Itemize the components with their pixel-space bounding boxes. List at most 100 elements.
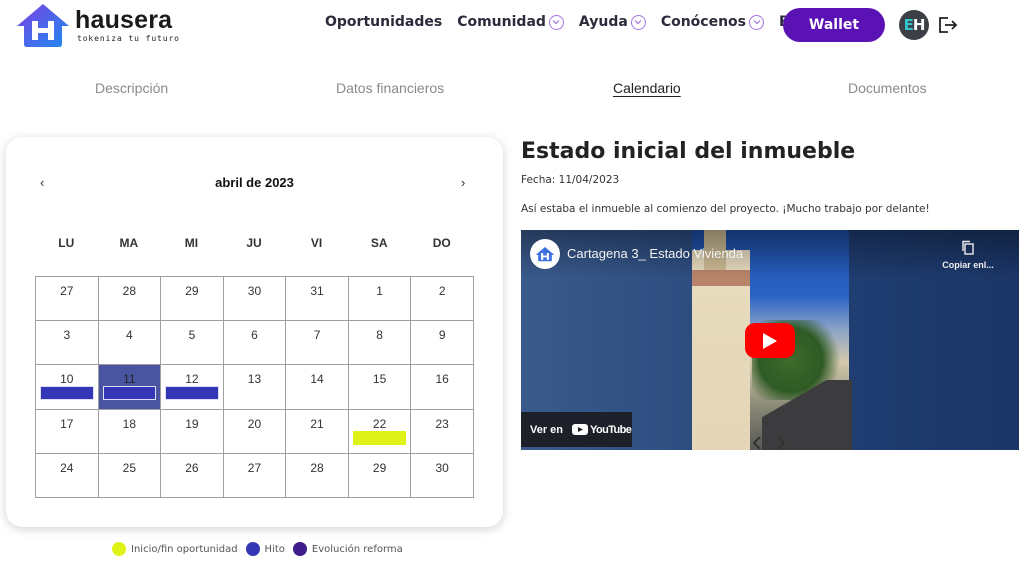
channel-avatar[interactable] — [530, 239, 560, 269]
calendar-week-row: 24 25 26 27 28 29 30 — [35, 452, 474, 498]
youtube-video-embed[interactable]: Cartagena 3_ Estado Vivienda Copiar enl.… — [521, 230, 1019, 450]
calendar-day-cell[interactable]: 28 — [285, 452, 349, 498]
chevron-right-icon[interactable] — [776, 436, 786, 450]
day-number: 30 — [435, 460, 449, 475]
copy-link-label: Copiar enl... — [942, 260, 994, 270]
brand-logo[interactable]: hausera tokeniza tu futuro — [15, 2, 180, 48]
day-number: 11 — [123, 372, 136, 387]
avatar[interactable]: EH — [899, 10, 929, 40]
calendar-day-cell[interactable]: 17 — [35, 408, 99, 454]
calendar-day-cell[interactable]: 4 — [97, 320, 162, 366]
calendar-day-cell[interactable]: 29 — [160, 275, 224, 322]
calendar-day-cell[interactable]: 1 — [347, 275, 412, 322]
nav-label: Conócenos — [660, 14, 747, 30]
next-month-button[interactable]: › — [461, 175, 465, 190]
calendar-day-cell[interactable]: 8 — [347, 320, 412, 366]
play-button[interactable] — [745, 323, 795, 358]
event-bar-hito[interactable] — [102, 386, 157, 401]
calendar-day-cell[interactable]: 18 — [97, 408, 162, 454]
day-number: 25 — [122, 460, 137, 475]
calendar-day-cell[interactable]: 10 — [35, 364, 99, 410]
calendar-day-cell[interactable]: 9 — [410, 320, 474, 366]
calendar-day-cell[interactable]: 7 — [285, 320, 349, 366]
day-number: 3 — [63, 328, 71, 343]
copy-icon — [962, 240, 974, 255]
calendar-day-cell[interactable]: 5 — [160, 320, 224, 366]
calendar-day-cell[interactable]: 24 — [35, 452, 99, 498]
nav-conocenos[interactable]: Conócenos — [660, 14, 765, 30]
calendar-day-cell[interactable]: 14 — [285, 364, 349, 410]
calendar-day-cell[interactable]: 16 — [410, 364, 474, 410]
legend-dot — [112, 542, 126, 556]
legend-item-hito: Hito — [245, 542, 285, 556]
calendar-day-cell[interactable]: 22 — [347, 408, 412, 454]
calendar-day-cell[interactable]: 15 — [347, 364, 412, 410]
tab-datos-financieros[interactable]: Datos financieros — [336, 80, 444, 96]
day-number: 9 — [438, 328, 446, 343]
calendar-week-row: 10 11 12 13 14 15 16 — [35, 364, 474, 410]
day-number: 27 — [247, 460, 262, 475]
watch-on-youtube-button[interactable]: Ver en YouTube — [521, 412, 632, 447]
calendar-day-cell[interactable]: 26 — [160, 452, 224, 498]
house-logo-icon — [535, 246, 555, 261]
day-number: 4 — [126, 328, 133, 343]
calendar-day-cell[interactable]: 19 — [160, 408, 224, 454]
calendar-grid: 27 28 29 30 31 1 2 3 4 5 6 7 8 9 10 11 12 13 14 15 16 17 18 19 2… — [35, 275, 474, 498]
day-number: 18 — [122, 416, 137, 431]
youtube-label: YouTube — [590, 423, 632, 436]
legend-label: Hito — [264, 543, 285, 555]
calendar-navigation: ‹ abril de 2023 › — [6, 175, 503, 195]
calendar-day-cell[interactable]: 27 — [222, 452, 287, 498]
house-logo-icon — [17, 4, 69, 47]
copy-link-button[interactable]: Copiar enl... — [933, 240, 1003, 270]
day-number: 12 — [185, 372, 199, 387]
calendar-day-cell[interactable]: 13 — [222, 364, 287, 410]
brand-tagline: tokeniza tu futuro — [77, 34, 180, 43]
calendar-day-cell[interactable]: 30 — [410, 452, 474, 498]
calendar-month-title: abril de 2023 — [215, 175, 294, 190]
calendar-day-cell[interactable]: 27 — [35, 275, 99, 322]
calendar-day-cell[interactable]: 6 — [222, 320, 287, 366]
calendar-day-cell[interactable]: 2 — [410, 275, 474, 322]
day-number: 28 — [310, 460, 324, 475]
calendar-day-cell[interactable]: 12 — [160, 364, 224, 410]
wallet-button[interactable]: Wallet — [783, 8, 885, 42]
day-number: 23 — [435, 416, 449, 431]
weekday-label: MI — [184, 236, 199, 250]
calendar-day-cell[interactable]: 29 — [347, 452, 412, 498]
event-bar-hito[interactable] — [40, 386, 94, 401]
day-number: 6 — [251, 328, 258, 343]
tab-calendario[interactable]: Calendario — [613, 80, 681, 96]
day-number: 24 — [60, 460, 74, 475]
calendar-day-cell[interactable]: 20 — [222, 408, 287, 454]
day-number: 16 — [435, 372, 449, 387]
day-number: 29 — [185, 284, 199, 298]
calendar-day-cell[interactable]: 25 — [97, 452, 162, 498]
chevron-left-icon[interactable] — [752, 436, 762, 450]
video-title[interactable]: Cartagena 3_ Estado Vivienda — [567, 246, 743, 261]
day-number: 29 — [372, 460, 387, 475]
calendar-day-cell[interactable]: 30 — [222, 275, 287, 322]
nav-comunidad[interactable]: Comunidad — [457, 14, 564, 30]
day-number: 31 — [310, 284, 324, 298]
legend-item-inicio: Inicio/fin oportunidad — [112, 542, 238, 556]
calendar-day-cell[interactable]: 23 — [410, 408, 474, 454]
calendar-week-row: 3 4 5 6 7 8 9 — [35, 320, 474, 366]
weekday-label: VI — [310, 236, 323, 250]
calendar-day-cell[interactable]: 28 — [97, 275, 162, 322]
event-bar-hito[interactable] — [165, 386, 219, 401]
tab-descripcion[interactable]: Descripción — [95, 80, 168, 96]
legend-label: Inicio/fin oportunidad — [131, 543, 238, 555]
weekday-label: DO — [432, 236, 451, 250]
calendar-day-cell[interactable]: 31 — [285, 275, 349, 322]
nav-label: Comunidad — [457, 14, 546, 30]
nav-oportunidades[interactable]: Oportunidades — [325, 14, 442, 30]
logout-icon[interactable] — [937, 14, 959, 36]
tab-documentos[interactable]: Documentos — [848, 80, 927, 96]
event-bar-inicio[interactable] — [352, 430, 407, 445]
brand-name: hausera — [75, 6, 173, 34]
calendar-day-cell[interactable]: 11 — [97, 364, 162, 410]
nav-ayuda[interactable]: Ayuda — [579, 14, 646, 30]
calendar-day-cell[interactable]: 21 — [285, 408, 349, 454]
calendar-day-cell[interactable]: 3 — [35, 320, 99, 366]
